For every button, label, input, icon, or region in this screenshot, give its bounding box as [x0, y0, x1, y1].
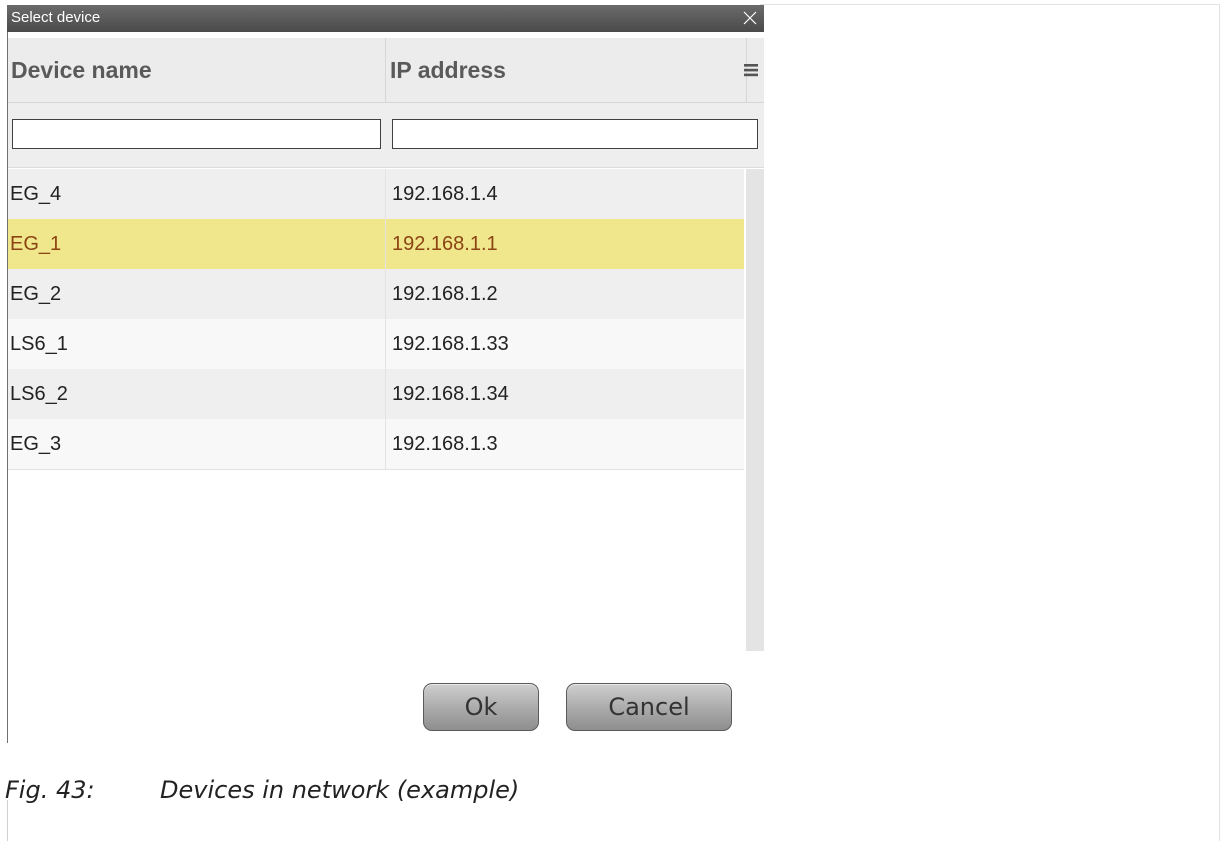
- filter-row: [8, 103, 764, 168]
- page-frame-right: [1219, 4, 1220, 841]
- device-name-cell: EG_4: [10, 183, 62, 205]
- figure-number: Fig. 43:: [5, 776, 95, 804]
- device-name-cell: LS6_1: [10, 333, 68, 355]
- dialog-titlebar: Select device: [7, 5, 764, 32]
- ip-address-filter-input[interactable]: [392, 119, 758, 149]
- figure-caption: Devices in network (example): [160, 776, 520, 804]
- device-name-cell: EG_3: [10, 433, 62, 455]
- table-row[interactable]: EG_3 192.168.1.3: [8, 419, 744, 470]
- table-row[interactable]: LS6_2 192.168.1.34: [8, 369, 744, 420]
- table-row[interactable]: EG_4 192.168.1.4: [8, 169, 744, 220]
- dialog-title: Select device: [11, 9, 101, 26]
- cancel-button[interactable]: Cancel: [566, 683, 732, 731]
- device-table: Device name IP address EG_4 192.168.1.4 …: [8, 38, 764, 651]
- close-icon[interactable]: [741, 9, 759, 27]
- device-name-cell: EG_2: [10, 283, 62, 305]
- device-name-cell: LS6_2: [10, 383, 68, 405]
- table-row-selected[interactable]: EG_1 192.168.1.1: [8, 219, 744, 270]
- ok-button[interactable]: Ok: [423, 683, 539, 731]
- page-frame-left: [7, 800, 8, 841]
- device-name-filter-input[interactable]: [12, 119, 381, 149]
- ip-address-cell: 192.168.1.33: [385, 319, 748, 369]
- ip-address-cell: 192.168.1.34: [385, 369, 748, 419]
- table-row[interactable]: LS6_1 192.168.1.33: [8, 319, 744, 370]
- menu-icon[interactable]: [743, 62, 759, 78]
- column-header-ip-address[interactable]: IP address: [385, 38, 747, 102]
- select-device-dialog: Select device Device name IP address EG_…: [7, 5, 764, 743]
- ip-address-cell: 192.168.1.1: [385, 219, 748, 269]
- ip-address-cell: 192.168.1.2: [385, 269, 748, 319]
- ip-address-cell: 192.168.1.4: [385, 169, 748, 219]
- device-name-cell: EG_1: [10, 233, 62, 255]
- vertical-scrollbar[interactable]: [746, 169, 764, 651]
- page-frame-top: [760, 4, 1220, 5]
- table-row[interactable]: EG_2 192.168.1.2: [8, 269, 744, 320]
- column-header-device-name[interactable]: Device name: [8, 38, 386, 102]
- ip-address-cell: 192.168.1.3: [385, 419, 748, 469]
- table-header: Device name IP address: [8, 38, 764, 103]
